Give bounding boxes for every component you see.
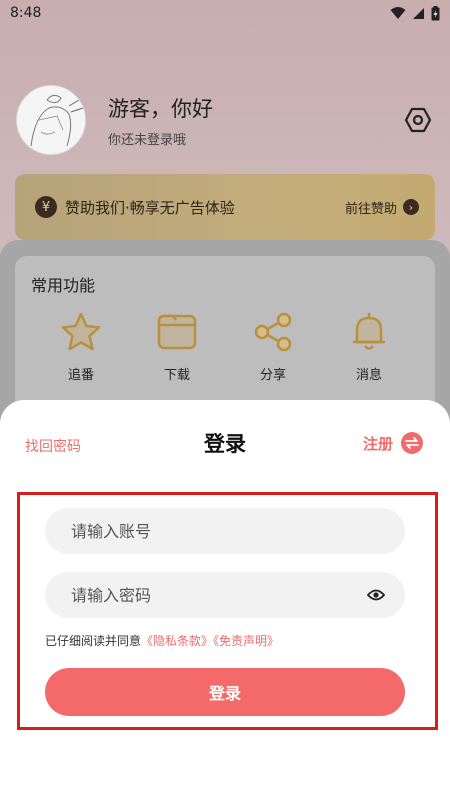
disclaimer-link[interactable]: 《免责声明》: [213, 634, 279, 648]
avatar[interactable]: [16, 85, 86, 155]
function-label: 消息: [355, 368, 382, 383]
settings-button[interactable]: [400, 102, 436, 138]
login-button[interactable]: 登录: [45, 668, 405, 716]
status-bar: 8:48: [0, 0, 450, 26]
folder-icon: [155, 310, 199, 354]
sponsor-left: ¥ 赞助我们·畅享无广告体验: [35, 196, 235, 218]
function-label: 分享: [259, 368, 286, 383]
eye-icon[interactable]: [365, 584, 387, 606]
agreement-prefix: 已仔细阅读并同意: [45, 634, 142, 648]
battery-icon: [431, 5, 440, 20]
password-input[interactable]: [71, 585, 365, 605]
function-item-messages[interactable]: 消息: [329, 310, 409, 383]
function-label: 追番: [67, 368, 94, 383]
profile-subtitle: 你还未登录哦: [108, 132, 187, 148]
function-item-follow[interactable]: 追番: [41, 310, 121, 383]
profile-greeting: 游客，你好: [108, 96, 213, 121]
chevron-right-icon: ›: [403, 199, 419, 215]
avatar-sketch-icon: [17, 86, 85, 154]
bell-icon: [347, 310, 391, 354]
status-icons: [390, 5, 440, 21]
function-item-download[interactable]: 下载: [137, 310, 217, 383]
register-label: 注册: [362, 434, 393, 453]
signal-icon: [413, 7, 424, 19]
login-sheet-header: 找回密码 登录 注册: [0, 428, 450, 458]
login-sheet: 找回密码 登录 注册 已仔细阅读并同意《隐私条款》《免责声明》 登录: [0, 400, 450, 800]
profile-text: 游客，你好 你还未登录哦: [108, 93, 400, 148]
function-label: 下载: [163, 368, 190, 383]
common-functions-row: 追番 下载 分享 消息: [31, 310, 419, 383]
share-icon: [251, 310, 295, 354]
register-link[interactable]: 注册: [363, 432, 423, 454]
password-field[interactable]: [45, 572, 405, 618]
privacy-policy-link[interactable]: 《隐私条款》: [141, 634, 213, 648]
sponsor-text: 赞助我们·畅享无广告体验: [65, 198, 235, 217]
profile-header: 游客，你好 你还未登录哦: [16, 84, 436, 156]
swap-arrows-icon: [401, 432, 423, 454]
wifi-icon: [390, 7, 406, 19]
function-item-share[interactable]: 分享: [233, 310, 313, 383]
star-icon: [59, 310, 103, 354]
hexagon-settings-icon: [404, 107, 432, 133]
yen-icon: ¥: [35, 196, 57, 218]
sponsor-banner[interactable]: ¥ 赞助我们·畅享无广告体验 前往赞助 ›: [15, 174, 435, 240]
agreement-text: 已仔细阅读并同意《隐私条款》《免责声明》: [45, 632, 279, 649]
status-time: 8:48: [10, 5, 42, 21]
sponsor-action-link[interactable]: 前往赞助 ›: [345, 198, 419, 217]
account-input[interactable]: [71, 521, 387, 541]
sponsor-action-label: 前往赞助: [344, 201, 397, 217]
common-functions-title: 常用功能: [31, 276, 96, 295]
account-field[interactable]: [45, 508, 405, 554]
